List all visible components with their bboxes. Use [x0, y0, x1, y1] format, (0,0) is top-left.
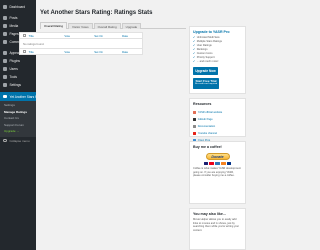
- yasr-logo-icon: [193, 111, 196, 114]
- resource-link-documentation[interactable]: Documentation: [193, 123, 242, 130]
- wrench-icon: [3, 75, 7, 79]
- select-all-checkbox-footer[interactable]: [23, 50, 26, 53]
- user-icon: [3, 67, 7, 71]
- plugin-icon: [3, 59, 7, 63]
- payment-cards: [190, 162, 245, 165]
- youtube-icon: [193, 132, 196, 135]
- upgrade-now-button[interactable]: Upgrade Now: [193, 67, 218, 75]
- page-title: Yet Another Stars Rating: Ratings Stats: [40, 10, 153, 16]
- donate-panel-title: Buy me a coffee!: [193, 145, 222, 149]
- menu-item-tools[interactable]: Tools: [0, 73, 36, 81]
- also-like-panel: You may also like... Movie Helper allows…: [189, 208, 246, 250]
- column-date[interactable]: Date: [122, 34, 142, 38]
- menu-item-plugins[interactable]: Plugins: [0, 57, 36, 65]
- column-set-on-footer[interactable]: Set On: [94, 50, 122, 54]
- menu-item-settings[interactable]: Settings: [0, 81, 36, 89]
- resources-panel-title: Resources: [193, 102, 212, 106]
- feature-item: ✔... and much more!: [193, 60, 219, 64]
- book-icon: [193, 125, 196, 128]
- brush-icon: [3, 51, 7, 55]
- page-icon: [3, 32, 7, 36]
- trial-button-note: No credit card required: [194, 83, 218, 86]
- also-like-text: Movie Helper allows you to easily add li…: [193, 218, 240, 232]
- table-footer-row: Title Vote Set On Date: [20, 48, 142, 54]
- visa-icon: [203, 162, 209, 165]
- upgrade-panel-title: Upgrade to YASR Pro: [193, 30, 230, 34]
- submenu-upgrade[interactable]: Upgrade →: [0, 128, 36, 135]
- media-icon: [3, 24, 7, 28]
- empty-message: No ratings found.: [23, 41, 45, 46]
- tab-upgrade[interactable]: Upgrade: [121, 22, 142, 29]
- discover-icon: [220, 162, 226, 165]
- collapse-icon: [3, 138, 7, 143]
- main-content: Yet Another Stars Rating: Ratings Stats …: [40, 0, 186, 29]
- column-date-footer[interactable]: Date: [122, 50, 142, 54]
- star-icon: [3, 94, 7, 99]
- resource-link-youtube[interactable]: Youtube channel: [193, 130, 242, 137]
- menu-item-yasr[interactable]: Yet Another Stars Rating: [0, 92, 36, 101]
- upgrade-panel-body: ✔ Unlimited Multi Sets ✔ Multiple Stars Ra…: [190, 36, 245, 93]
- menu-item-media[interactable]: Media: [0, 22, 36, 30]
- pin-icon: [3, 16, 7, 20]
- start-free-trial-button[interactable]: Start Free Trial No credit card required: [193, 78, 219, 89]
- select-all-checkbox[interactable]: [23, 34, 26, 37]
- donate-text: Coffee is what makes YASR development go…: [193, 167, 241, 178]
- also-like-panel-title: You may also like...: [193, 212, 226, 216]
- amex-icon: [215, 162, 220, 165]
- menu-item-posts[interactable]: Posts: [0, 14, 36, 22]
- github-icon: [193, 118, 196, 121]
- yasr-submenu: Settings Manage Ratings Contact Us Suppo…: [0, 101, 36, 137]
- tab-overall-rating-2[interactable]: Overall Rating: [93, 22, 121, 29]
- tab-bar: Overall Rating Visitor Votes Overall Rat…: [40, 22, 186, 29]
- menu-item-dashboard[interactable]: Dashboard: [0, 3, 36, 11]
- dashboard-icon: [3, 5, 7, 9]
- donate-button[interactable]: Donate: [205, 153, 230, 160]
- column-vote[interactable]: Vote: [64, 34, 94, 38]
- resource-link-github[interactable]: GitHub Page: [193, 116, 242, 123]
- column-title-footer[interactable]: Title: [29, 50, 65, 54]
- mastercard-icon: [209, 162, 215, 165]
- resource-link-website[interactable]: YASR official website: [193, 109, 242, 116]
- check-icon: ✔: [193, 60, 196, 64]
- menu-item-users[interactable]: Users: [0, 65, 36, 73]
- ratings-table: Title Vote Set On Date No ratings found.…: [19, 32, 143, 55]
- collapse-menu-button[interactable]: Collapse menu: [0, 137, 36, 145]
- tab-visitor-votes[interactable]: Visitor Votes: [68, 22, 93, 29]
- donate-panel: Buy me a coffee! Donate Coffee is what m…: [189, 141, 246, 204]
- column-title[interactable]: Title: [29, 34, 65, 38]
- settings-icon: [3, 83, 7, 87]
- tab-overall-rating[interactable]: Overall Rating: [40, 22, 68, 29]
- column-set-on[interactable]: Set On: [94, 34, 122, 38]
- resources-panel: Resources YASR official website GitHub P…: [189, 98, 246, 142]
- comment-icon: [3, 40, 7, 44]
- upgrade-panel: Upgrade to YASR Pro ✔ Unlimited Multi Set…: [189, 26, 246, 94]
- column-vote-footer[interactable]: Vote: [64, 50, 94, 54]
- paypal-icon: [226, 162, 232, 165]
